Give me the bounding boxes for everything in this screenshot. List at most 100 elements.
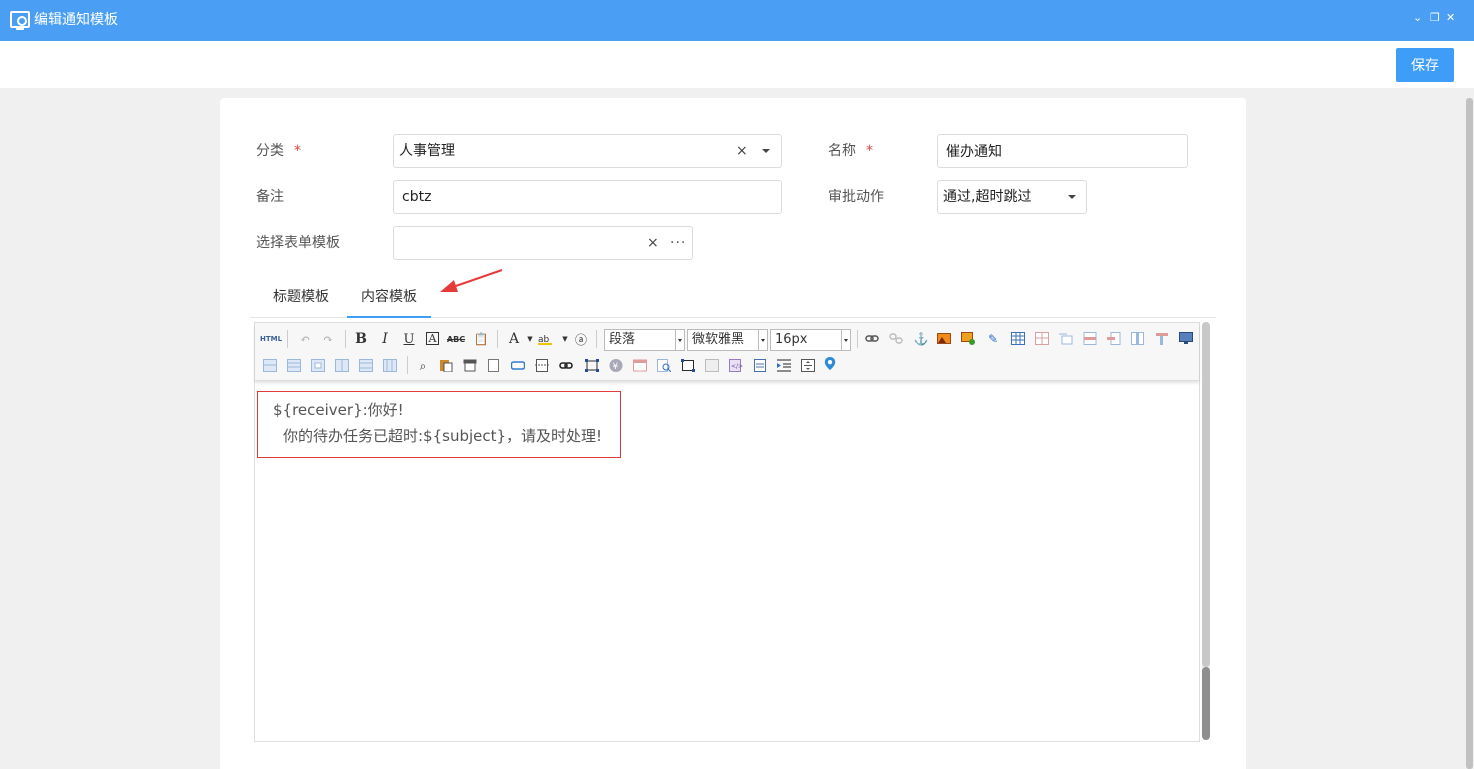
toolbar-separator [596, 330, 597, 348]
approval-action-chevron-down-icon[interactable] [1068, 195, 1076, 199]
blank-page-icon[interactable] [487, 359, 501, 372]
blank-template-icon[interactable] [705, 359, 719, 372]
font-family-chevron-down-icon[interactable] [758, 330, 767, 350]
word-import-icon[interactable] [753, 359, 767, 372]
more-icon[interactable]: ··· [670, 227, 686, 259]
approval-action-label: 审批动作 [828, 189, 884, 205]
content-editor-area[interactable]: ${receiver}:你好! 你的待办任务已超时:${subject}，请及时… [257, 391, 621, 458]
date-icon[interactable] [633, 359, 647, 372]
line-height-icon[interactable] [801, 359, 815, 372]
template-tabs: 标题模板 内容模板 [250, 280, 1216, 318]
paste-icon[interactable] [439, 359, 453, 372]
editor-toolbar: HTML ↶ ↷ B I U A ABC 📋 A ▼ ab ▼ ⓐ 段落 微软雅… [255, 323, 1199, 381]
font-family-select[interactable]: 微软雅黑 [687, 329, 768, 351]
rich-text-editor: HTML ↶ ↷ B I U A ABC 📋 A ▼ ab ▼ ⓐ 段落 微软雅… [254, 322, 1200, 742]
delete-column-icon[interactable] [1155, 332, 1169, 345]
paragraph-select[interactable]: 段落 [604, 329, 685, 351]
attachment-icon[interactable]: ✎ [985, 331, 1001, 347]
toolbar-separator [407, 356, 408, 374]
print-preview-icon[interactable] [463, 359, 477, 372]
restore-icon[interactable]: ❐ [1430, 12, 1440, 24]
action-bar: 保存 [0, 41, 1474, 88]
split-columns-icon[interactable] [383, 359, 397, 372]
approval-action-select[interactable]: 通过,超时跳过 [937, 180, 1087, 214]
insert-frame-icon[interactable] [511, 359, 525, 372]
highlight-color-icon[interactable]: ab [538, 332, 552, 345]
remark-input[interactable] [393, 180, 782, 214]
toolbar-separator [497, 330, 498, 348]
merge-right-icon[interactable] [287, 359, 301, 372]
link-icon[interactable] [865, 332, 879, 345]
split-cells-icon[interactable] [335, 359, 349, 372]
indent-icon[interactable] [777, 359, 791, 372]
search-replace-icon[interactable]: ⌕ [415, 358, 431, 374]
font-family-select-value: 微软雅黑 [692, 332, 745, 347]
editor-scrollbar-thumb[interactable] [1202, 667, 1210, 740]
font-size-select-value: 16px [775, 332, 808, 347]
form-template-select[interactable]: × ··· [393, 226, 693, 260]
monitor-gear-icon [10, 11, 30, 30]
page-scrollbar[interactable] [1464, 98, 1474, 769]
paragraph-chevron-down-icon[interactable] [675, 330, 684, 350]
category-select[interactable]: 人事管理 × [393, 134, 782, 168]
format-clear-icon[interactable]: ⓐ [573, 331, 589, 347]
code-icon[interactable]: </> [729, 359, 743, 372]
italic-button[interactable]: I [377, 331, 393, 347]
form-template-clear-icon[interactable]: × [647, 227, 659, 259]
category-label-text: 分类 [256, 143, 284, 159]
insert-paragraph-before-table-icon[interactable] [1059, 332, 1073, 345]
merge-cells-icon[interactable] [263, 359, 277, 372]
editor-scrollbar[interactable] [1200, 322, 1212, 742]
tab-title-template[interactable]: 标题模板 [273, 288, 329, 306]
bold-button[interactable]: B [353, 331, 369, 347]
content-line-receiver: ${receiver}:你好! [273, 401, 404, 419]
underline-button[interactable]: U [401, 331, 417, 347]
font-border-button[interactable]: A [426, 332, 439, 345]
collapse-icon[interactable]: ⌄ [1413, 12, 1422, 24]
undo-icon[interactable]: ↶ [297, 331, 313, 347]
delete-row-icon[interactable] [1107, 332, 1121, 345]
approval-action-value: 通过,超时跳过 [943, 189, 1032, 205]
redo-icon[interactable]: ↷ [320, 331, 336, 347]
html-source-button[interactable]: HTML [260, 331, 282, 347]
font-color-button[interactable]: A [506, 331, 522, 347]
fullscreen-icon[interactable] [1179, 332, 1193, 345]
paragraph-select-value: 段落 [609, 332, 636, 347]
search-data-icon[interactable] [657, 359, 671, 372]
insert-row-icon[interactable] [1083, 332, 1097, 345]
svg-text:</>: </> [731, 363, 743, 370]
category-clear-icon[interactable]: × [736, 135, 748, 167]
split-rows-icon[interactable] [359, 359, 373, 372]
name-input[interactable] [937, 134, 1188, 168]
text-box-icon[interactable] [681, 359, 695, 372]
category-required-mark: * [294, 143, 301, 159]
page-break-icon[interactable] [535, 359, 549, 372]
highlight-chevron-down-icon[interactable]: ▼ [557, 331, 573, 347]
window-titlebar: 编辑通知模板 ⌄ ❐ ✕ [0, 0, 1474, 41]
currency-yen-icon[interactable]: ¥ [609, 359, 623, 372]
delete-table-icon[interactable] [1035, 332, 1049, 345]
tab-content-template[interactable]: 内容模板 [347, 288, 431, 318]
window-title: 编辑通知模板 [34, 12, 118, 28]
map-pin-icon[interactable] [823, 357, 837, 370]
close-icon[interactable]: ✕ [1446, 12, 1455, 24]
category-chevron-down-icon[interactable] [762, 149, 770, 153]
editor-scrollbar-upper[interactable] [1202, 322, 1210, 667]
anchor-icon[interactable]: ⚓ [913, 331, 929, 347]
multi-image-icon[interactable] [961, 332, 975, 345]
font-size-chevron-down-icon[interactable] [841, 330, 850, 350]
insert-column-icon[interactable] [1131, 332, 1145, 345]
paste-plain-icon[interactable]: 📋 [473, 331, 489, 347]
link-chain-icon[interactable] [559, 359, 573, 372]
save-button[interactable]: 保存 [1396, 48, 1454, 82]
strikethrough-button[interactable]: ABC [447, 331, 465, 347]
select-box-icon[interactable] [585, 359, 599, 372]
merge-down-icon[interactable] [311, 359, 325, 372]
category-label: 分类 * [256, 142, 301, 160]
insert-table-icon[interactable] [1011, 332, 1025, 345]
page-scrollbar-thumb[interactable] [1466, 98, 1473, 769]
font-color-chevron-down-icon[interactable]: ▼ [522, 331, 538, 347]
unlink-icon[interactable] [889, 332, 903, 345]
font-size-select[interactable]: 16px [770, 329, 851, 351]
image-icon[interactable] [937, 332, 951, 345]
